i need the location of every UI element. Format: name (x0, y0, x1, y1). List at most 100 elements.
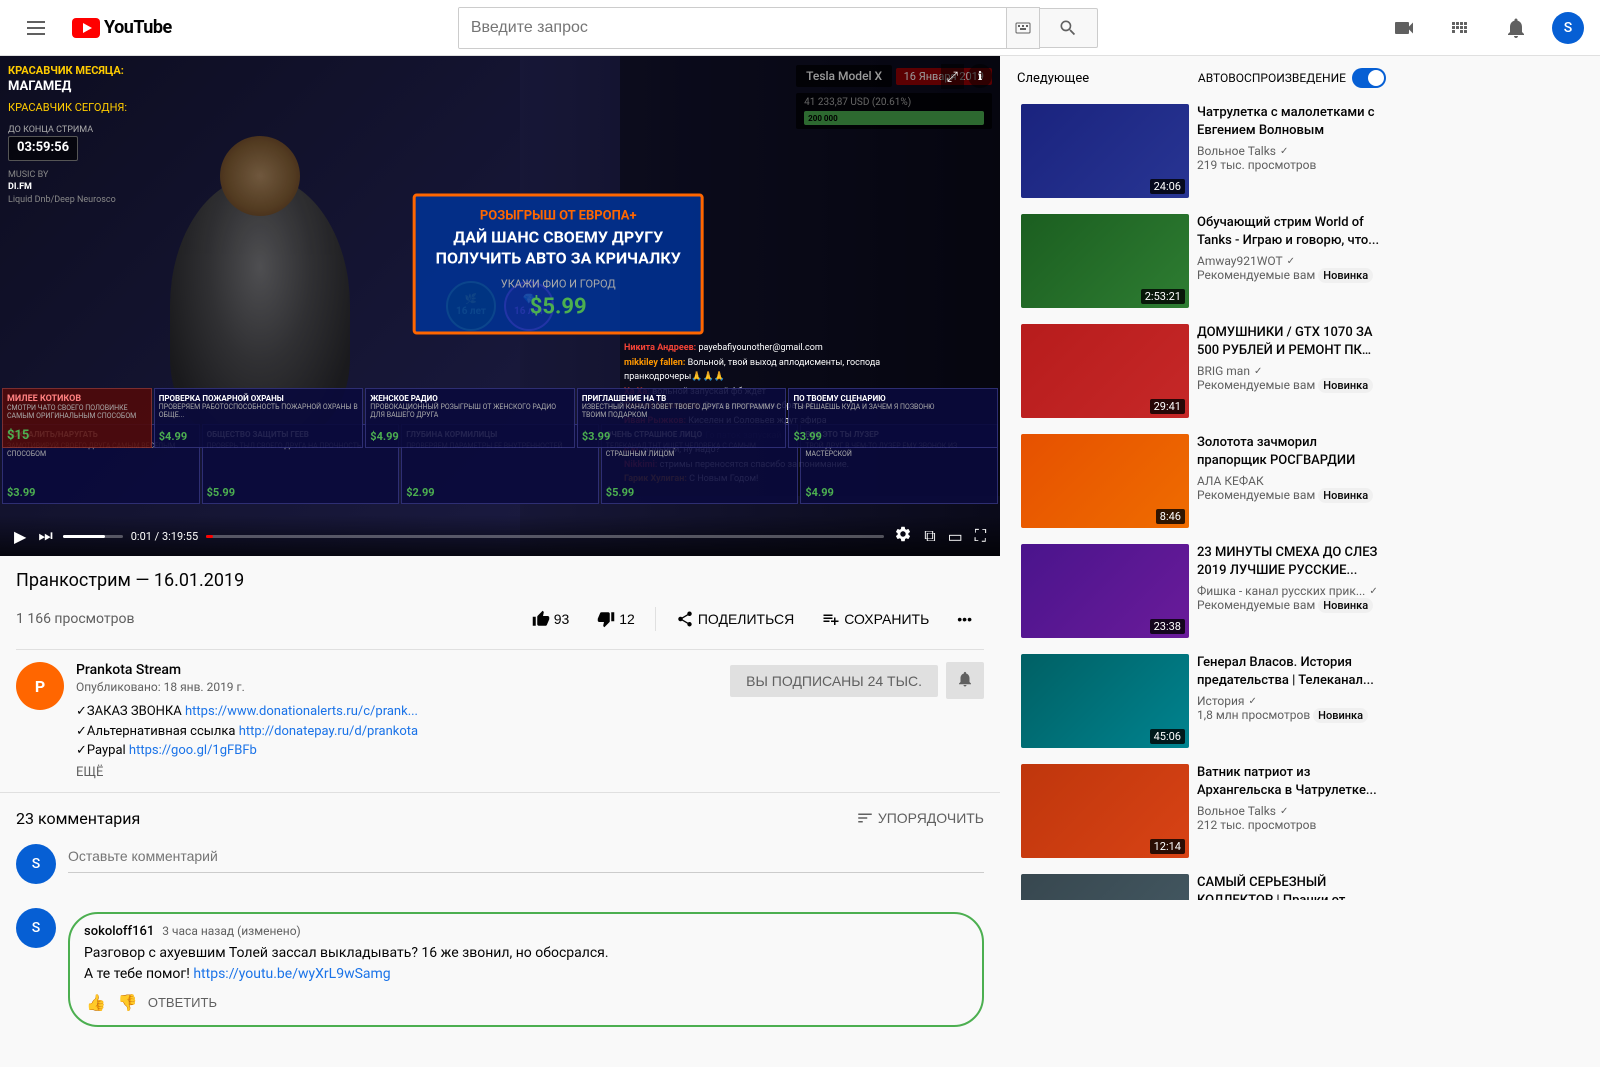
comment-reply-button[interactable]: ОТВЕТИТЬ (148, 995, 217, 1010)
comment-link[interactable]: https://youtu.be/wyXrL9wSamg (193, 966, 390, 982)
dislike-count: 12 (619, 611, 635, 627)
subscription-bell-button[interactable] (946, 662, 984, 699)
progress-bar[interactable] (206, 535, 884, 538)
fullscreen-button[interactable]: ⛶ (973, 526, 988, 548)
sidebar-channel-name: Вольное Talks ✓ (1197, 144, 1382, 158)
comment-item-highlighted: S sokoloff161 3 часа назад (изменено) Ра… (16, 908, 984, 1031)
more-button[interactable]: ••• (945, 601, 984, 637)
play-button[interactable]: ▶ (12, 525, 28, 549)
search-input[interactable] (459, 8, 1006, 48)
notifications-button[interactable] (1496, 8, 1536, 48)
channel-section: P Prankota Stream Опубликовано: 18 янв. … (0, 650, 1000, 793)
video-title: Пранкострим — 16.01.2019 (16, 568, 984, 593)
promo-card-6[interactable]: МИЛЕЕ КОТИКОВ СМОТРИ ЧАТО СВОЕГО ПОЛОВИН… (2, 388, 152, 448)
comment-input[interactable] (68, 844, 984, 873)
comment-body: sokoloff161 3 часа назад (изменено) Разг… (68, 908, 984, 1031)
sidebar-video-title: Ватник патриот из Архангельска в Чатруле… (1197, 764, 1382, 800)
verified-icon: ✓ (1280, 806, 1288, 817)
new-badge: Новинка (1318, 268, 1373, 283)
expand-button[interactable]: ⤢ (941, 64, 964, 89)
like-button[interactable]: 93 (520, 601, 582, 637)
show-more-button[interactable]: ЕЩЁ (76, 765, 718, 780)
verified-icon: ✓ (1280, 146, 1288, 157)
share-button[interactable]: ПОДЕЛИТЬСЯ (664, 601, 806, 637)
theater-button[interactable]: ▭ (946, 525, 965, 549)
stream-name: МАГАМЕД (8, 78, 127, 96)
sidebar-video-item[interactable]: 2:53:21 Обучающий стрим World of Tanks -… (1017, 210, 1386, 312)
comment-dislike-button[interactable]: 👎 (116, 991, 140, 1015)
autoplay-toggle-button[interactable] (1352, 68, 1386, 88)
settings-icon (894, 525, 912, 543)
notification-bell-icon (956, 670, 974, 688)
sort-icon (856, 809, 874, 827)
save-icon (822, 610, 840, 628)
sidebar-video-info: САМЫЙ СЕРЬЕЗНЫЙ КОЛЛЕКТОР | Пранки от...… (1197, 874, 1382, 900)
info-button[interactable]: ℹ (968, 64, 992, 88)
volume-fill (63, 535, 105, 538)
search-button[interactable] (1040, 8, 1098, 48)
volume-bar[interactable] (63, 535, 123, 538)
sort-button[interactable]: УПОРЯДОЧИТЬ (856, 809, 984, 827)
comment-time: 3 часа назад (изменено) (162, 924, 300, 938)
avatar[interactable]: S (1552, 12, 1584, 44)
promo-card-8[interactable]: ЖЕНСКОЕ РАДИО ПРОВОКАЦИОННЫЙ РОЗЫГРЫШ ОТ… (365, 388, 575, 448)
share-icon (676, 610, 694, 628)
apps-button[interactable] (1440, 8, 1480, 48)
subscribed-button[interactable]: ВЫ ПОДПИСАНЫ 24 ТЫС. (730, 665, 938, 697)
sidebar-video-item[interactable]: 13:31 САМЫЙ СЕРЬЕЗНЫЙ КОЛЛЕКТОР | Пранки… (1017, 870, 1386, 900)
promo-card-7[interactable]: ПРОВЕРКА ПОЖАРНОЙ ОХРАНЫ ПРОВЕРЯЕМ РАБОТ… (154, 388, 364, 448)
video-actions: 93 12 ПОДЕЛИТЬСЯ СОХРАНИТЬ (520, 601, 984, 637)
hamburger-button[interactable] (16, 8, 56, 48)
video-duration: 24:06 (1150, 179, 1185, 194)
comment-username[interactable]: sokoloff161 (84, 924, 154, 939)
sidebar-video-title: Чатрулетка с малолетками с Евгением Волн… (1197, 104, 1382, 140)
promo-card-10[interactable]: ПО ТВОЕМУ СЦЕНАРИЮ ТЫ РЕШАЕШЬ КУДА И ЗАЧ… (788, 388, 998, 448)
skip-button[interactable]: ⏭ (36, 526, 54, 548)
sidebar-channel-name: Фишка - канал русских прик... ✓ (1197, 584, 1382, 598)
sidebar-video-title: ДОМУШНИКИ / GTX 1070 ЗА 500 РУБЛЕЙ И РЕМ… (1197, 324, 1382, 360)
desc-line3: ✓Paypal (76, 743, 126, 758)
save-button[interactable]: СОХРАНИТЬ (810, 601, 941, 637)
action-separator (655, 607, 656, 631)
youtube-logo-icon (72, 18, 100, 38)
toggle-knob (1368, 70, 1384, 86)
autoplay-toggle: АВТОВОСПРОИЗВЕДЕНИЕ (1198, 68, 1386, 88)
promo-card-9[interactable]: ПРИГЛАШЕНИЕ НА ТВ ИЗВЕСТНЫЙ КАНАЛ ЗОВЕТ … (577, 388, 787, 448)
desc-link1[interactable]: https://www.donationalerts.ru/c/prank... (185, 704, 418, 719)
channel-desc: ✓ЗАКАЗ ЗВОНКА https://www.donationalerts… (76, 702, 718, 761)
sidebar-video-item[interactable]: 23:38 23 МИНУТЫ СМЕХА ДО СЛЕЗ 2019 ЛУЧШИ… (1017, 540, 1386, 642)
comment-actions: 👍 👎 ОТВЕТИТЬ (84, 991, 968, 1015)
sidebar-channel-name: Вольное Talks ✓ (1197, 804, 1382, 818)
video-player[interactable]: КРАСАВЧИК МЕСЯЦА: МАГАМЕД КРАСАВЧИК СЕГО… (0, 56, 1000, 556)
dislike-button[interactable]: 12 (585, 601, 647, 637)
miniplayer-button[interactable]: ⧉ (922, 526, 937, 548)
sidebar-thumbnail: 8:46 (1021, 434, 1189, 528)
sidebar-video-item[interactable]: 12:14 Ватник патриот из Архангельска в Ч… (1017, 760, 1386, 862)
sidebar-channel-name: АЛА КЕФАК (1197, 474, 1382, 488)
settings-button[interactable] (892, 523, 914, 550)
desc-line2: ✓Альтернативная ссылка (76, 724, 235, 739)
sidebar-video-item[interactable]: 45:06 Генерал Власов. История предательс… (1017, 650, 1386, 752)
video-duration: 29:41 (1150, 399, 1185, 414)
search-icon (1058, 18, 1078, 38)
sidebar-video-info: Ватник патриот из Архангельска в Чатруле… (1197, 764, 1382, 858)
video-upload-button[interactable] (1384, 8, 1424, 48)
youtube-logo[interactable]: YouTube (72, 17, 172, 38)
comment-input-area: S (16, 844, 984, 884)
stream-sub: КРАСАВЧИК СЕГОДНЯ: (8, 100, 127, 115)
verified-icon: ✓ (1369, 586, 1377, 597)
new-badge: Новинка (1318, 598, 1373, 613)
sort-label: УПОРЯДОЧИТЬ (878, 810, 984, 826)
sidebar-video-item[interactable]: 29:41 ДОМУШНИКИ / GTX 1070 ЗА 500 РУБЛЕЙ… (1017, 320, 1386, 422)
comment-like-button[interactable]: 👍 (84, 991, 108, 1015)
sidebar-video-item[interactable]: 8:46 Золотота зачморил прапорщик РОСГВАР… (1017, 430, 1386, 532)
channel-name[interactable]: Prankota Stream (76, 662, 718, 678)
autoplay-header: Следующее АВТОВОСПРОИЗВЕДЕНИЕ (1017, 68, 1386, 88)
like-count: 93 (554, 611, 570, 627)
save-label: СОХРАНИТЬ (844, 611, 929, 627)
desc-link2[interactable]: http://donatepay.ru/d/prankota (239, 724, 418, 739)
sidebar-video-title: Золотота зачморил прапорщик РОСГВАРДИИ (1197, 434, 1382, 470)
desc-link3[interactable]: https://goo.gl/1gFBFb (129, 743, 257, 758)
sidebar-video-info: Генерал Власов. История предательства | … (1197, 654, 1382, 748)
sidebar-video-item[interactable]: 24:06 Чатрулетка с малолетками с Евгение… (1017, 100, 1386, 202)
